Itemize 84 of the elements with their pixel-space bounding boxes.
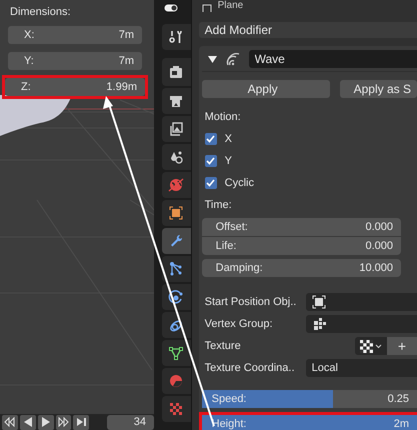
texture-dropdown[interactable] xyxy=(355,337,387,355)
slider[interactable]: Speed: 0.25 xyxy=(202,390,417,408)
scene-icon xyxy=(168,149,184,165)
dimension-field[interactable]: Z: 1.99m xyxy=(5,78,145,96)
checkbox-label: X xyxy=(224,133,232,145)
play-icon xyxy=(40,417,52,427)
triangle-mesh-icon xyxy=(168,345,184,361)
property-label: Start Position Obj.. xyxy=(204,296,298,308)
slider-value: 2m xyxy=(394,418,409,430)
field-value: 0.000 xyxy=(365,221,393,233)
dimensions-title: Dimensions: xyxy=(9,6,72,18)
dimension-field[interactable]: X: 7m xyxy=(8,26,142,44)
slider-value: 0.25 xyxy=(388,393,409,405)
property-label: Texture xyxy=(204,340,242,352)
checkbox[interactable] xyxy=(204,177,217,189)
section-title: Time: xyxy=(204,198,233,212)
properties-tab[interactable] xyxy=(162,200,191,226)
field-label: X: xyxy=(24,29,34,41)
orbit-icon xyxy=(168,289,184,305)
wave-icon xyxy=(224,52,241,66)
properties-tab[interactable] xyxy=(162,340,191,366)
playback-button[interactable] xyxy=(38,414,54,430)
globe-icon xyxy=(168,177,184,193)
section-title: Motion: xyxy=(204,110,242,124)
checkbox-label: Cyclic xyxy=(224,177,254,189)
object-field[interactable] xyxy=(306,293,417,311)
property-label: Vertex Group: xyxy=(204,318,274,330)
checkbox[interactable] xyxy=(204,133,217,145)
number-field[interactable]: Offset: 0.000 xyxy=(202,218,401,236)
jump-end-icon xyxy=(75,417,88,427)
printer-icon xyxy=(168,93,184,109)
play-reverse-icon xyxy=(22,417,34,427)
checker-icon xyxy=(168,401,184,417)
camera-back-icon xyxy=(168,64,184,80)
previous-keyframe-icon xyxy=(4,417,16,427)
playback-button[interactable] xyxy=(20,414,36,430)
coordinates-dropdown[interactable]: Local xyxy=(306,359,417,377)
object-icon xyxy=(312,295,326,309)
particles-icon xyxy=(168,261,184,277)
playback-button[interactable] xyxy=(56,414,72,430)
new-texture-button[interactable]: + xyxy=(387,337,417,355)
field-label: Y: xyxy=(24,55,34,67)
slider-label: Speed: xyxy=(212,393,246,405)
square-icon xyxy=(168,205,184,221)
field-value: 10.000 xyxy=(359,262,393,274)
field-value: 7m xyxy=(118,29,134,41)
property-label: Texture Coordina.. xyxy=(204,362,296,374)
checkbox[interactable] xyxy=(204,155,217,167)
playback-button[interactable] xyxy=(2,414,18,430)
field-value: 7m xyxy=(118,55,134,67)
vertex-group-field[interactable] xyxy=(306,315,417,333)
dimension-field[interactable]: Y: 7m xyxy=(8,52,142,70)
checker-icon xyxy=(360,340,373,352)
image-stack-icon xyxy=(168,121,184,137)
properties-tab[interactable] xyxy=(162,228,191,254)
object-icon xyxy=(202,4,212,12)
collapse-triangle-icon[interactable] xyxy=(208,54,217,62)
properties-tab[interactable] xyxy=(162,256,191,282)
next-keyframe-icon xyxy=(57,417,70,427)
properties-tab[interactable] xyxy=(162,58,191,86)
object-name: Plane xyxy=(218,0,244,12)
frame-field[interactable]: 34 xyxy=(107,414,154,430)
chevron-icon xyxy=(375,344,382,348)
field-label: Z: xyxy=(21,81,31,93)
add-modifier-dropdown[interactable]: Add Modifier xyxy=(198,22,417,38)
tool-icon xyxy=(168,29,184,45)
number-field[interactable]: Damping: 10.000 xyxy=(202,259,401,277)
number-field[interactable]: Life: 0.000 xyxy=(202,237,401,255)
apply-button[interactable]: Apply xyxy=(202,80,330,98)
field-label: Offset: xyxy=(216,221,248,233)
properties-tab[interactable] xyxy=(162,116,191,142)
properties-tab[interactable] xyxy=(162,144,191,170)
modifier-name-field[interactable]: Wave xyxy=(248,50,417,68)
field-value: 1.99m xyxy=(106,81,137,93)
checkbox-label: Y xyxy=(224,155,232,167)
field-label: Life: xyxy=(216,240,236,252)
vertex-group-icon xyxy=(312,317,326,331)
material-sphere-icon xyxy=(168,373,184,389)
properties-tab[interactable] xyxy=(162,88,191,114)
field-label: Damping: xyxy=(216,262,263,274)
properties-tab[interactable] xyxy=(162,24,191,50)
apply-button[interactable]: Apply as S xyxy=(340,80,417,98)
playback-button[interactable] xyxy=(73,414,90,430)
field-value: 0.000 xyxy=(365,240,393,252)
